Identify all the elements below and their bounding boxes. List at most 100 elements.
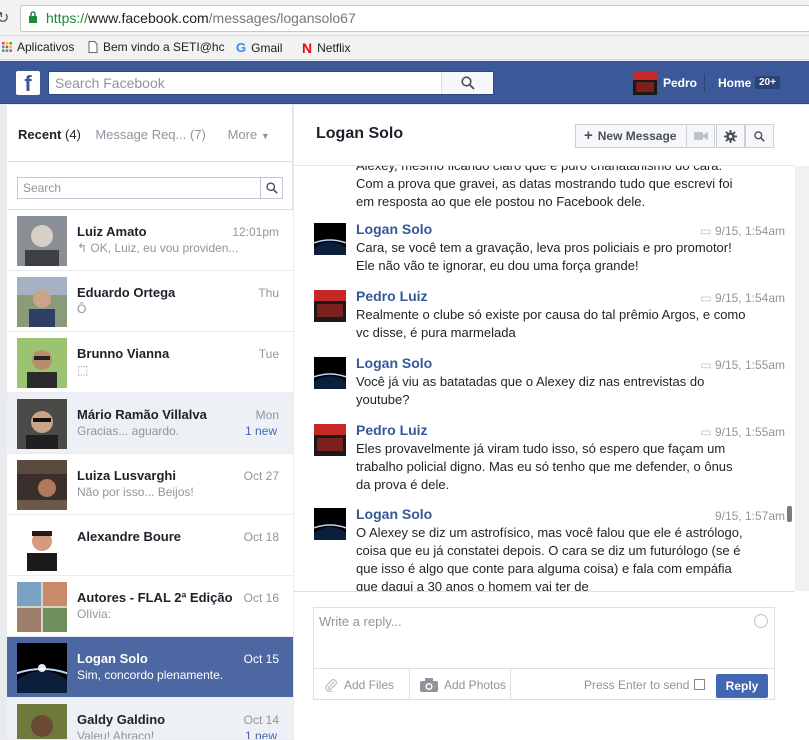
avatar[interactable]	[314, 508, 346, 540]
reply-button[interactable]: Reply	[716, 674, 768, 698]
message-time: ▭ 9/15, 1:54am	[700, 291, 785, 305]
message-status-icon: ▭	[700, 425, 715, 439]
divider	[294, 591, 795, 592]
conversation-search-button[interactable]	[260, 178, 282, 198]
conversation-name: Eduardo Ortega	[77, 285, 176, 300]
conversation-item[interactable]: Autores - FLAL 2ª Edição Olívia: Oct 16	[7, 576, 293, 637]
add-photos-label: Add Photos	[444, 678, 507, 692]
video-camera-icon	[693, 132, 708, 140]
message-sender[interactable]: Logan Solo	[356, 506, 432, 522]
add-files-button[interactable]: Add Files	[324, 678, 394, 692]
new-message-button[interactable]: + New Message	[575, 124, 687, 148]
avatar	[17, 521, 67, 571]
home-link[interactable]: Home	[718, 76, 751, 90]
video-call-button[interactable]	[686, 124, 715, 148]
conversation-time: 12:01pm	[232, 225, 279, 239]
press-enter-to-send: Press Enter to send	[584, 678, 689, 692]
tab-message-requests[interactable]: Message Req... (7)	[95, 127, 206, 142]
message-sender[interactable]: Logan Solo	[356, 355, 432, 371]
reload-icon[interactable]: ↻	[0, 8, 9, 28]
bookmark-gmail[interactable]: G Gmail	[236, 40, 282, 55]
add-files-label: Add Files	[344, 678, 395, 692]
conversation-item[interactable]: Brunno Vianna ⬚ Tue	[7, 332, 293, 393]
conversation-title[interactable]: Logan Solo	[316, 125, 403, 143]
camera-icon	[420, 678, 438, 692]
message-sender[interactable]: Logan Solo	[356, 221, 432, 237]
conversation-item[interactable]: Eduardo Ortega Ô Thu	[7, 271, 293, 332]
search-box[interactable]	[48, 71, 494, 95]
tab-more[interactable]: More ▼	[228, 127, 270, 142]
press-enter-checkbox[interactable]	[694, 679, 705, 690]
conversation-item[interactable]: Luiza Lusvarghi Não por isso... Beijos! …	[7, 454, 293, 515]
message-sender[interactable]: Pedro Luiz	[356, 288, 428, 304]
url-text[interactable]: https://www.facebook.com/messages/logans…	[46, 10, 356, 26]
thread-scrollbar-thumb[interactable]	[787, 506, 792, 522]
message-text: Você já viu as batatadas que o Alexey di…	[356, 374, 705, 407]
conversation-item[interactable]: Mário Ramão Villalva Gracias... aguardo.…	[7, 393, 293, 454]
conversation-time: Thu	[258, 286, 279, 300]
bookmark-label: Gmail	[251, 40, 283, 55]
emoji-icon[interactable]	[754, 614, 768, 628]
chevron-down-icon: ▼	[260, 131, 270, 141]
home-badge: 20+	[755, 76, 780, 89]
avatar[interactable]	[314, 223, 346, 255]
conversation-item[interactable]: Luiz Amato ↰ OK, Luiz, eu vou providen..…	[7, 210, 293, 271]
conversation-time: Oct 16	[243, 591, 279, 605]
conversation-name: Brunno Vianna	[77, 346, 170, 361]
settings-button[interactable]	[716, 124, 745, 148]
conversation-time: Oct 27	[243, 469, 279, 483]
press-enter-label: Press Enter to send	[584, 678, 690, 692]
gear-icon	[724, 129, 737, 143]
reply-input[interactable]: Write a reply...	[319, 614, 402, 629]
apps-grid-icon	[2, 42, 12, 52]
message-time: ▭ 9/15, 1:55am	[700, 358, 785, 372]
avatar	[17, 399, 67, 449]
message-sender[interactable]: Pedro Luiz	[356, 422, 428, 438]
bookmark-apps[interactable]: Aplicativos	[2, 40, 74, 54]
search-icon	[754, 130, 765, 142]
search-input[interactable]	[49, 72, 449, 94]
conversation-preview: Valeu! Abraço!	[77, 729, 155, 740]
bookmark-seti[interactable]: Bem vindo a SETI@hc	[88, 40, 225, 54]
message-text: Cara, se você tem a gravação, leva pros …	[356, 240, 732, 273]
conversation-preview: ↰ OK, Luiz, eu vou providen...	[77, 241, 239, 255]
conversation-name: Mário Ramão Villalva	[77, 407, 207, 422]
paperclip-icon	[325, 679, 337, 692]
conversation-name: Galdy Galdino	[77, 712, 166, 727]
conversation-name: Alexandre Boure	[77, 529, 182, 544]
conversation-time: Mon	[255, 408, 279, 422]
conversation-preview: Sim, concordo plenamente.	[77, 668, 224, 682]
conversation-search[interactable]	[17, 177, 283, 199]
conversation-time: Tue	[258, 347, 279, 361]
message-status-icon: ▭	[700, 358, 715, 372]
message-status-icon: ▭	[700, 291, 715, 305]
message-text: Realmente o clube só existe por causa do…	[356, 307, 746, 340]
conversation-item-selected[interactable]: Logan Solo Sim, concordo plenamente. Oct…	[7, 637, 293, 698]
facebook-logo[interactable]: f	[16, 71, 40, 95]
message-thread: Alexey, mesmo ficando claro que é puro c…	[294, 166, 795, 591]
message-time: ▭ 9/15, 1:54am	[700, 224, 785, 238]
nav-divider	[704, 74, 705, 92]
new-message-label: New Message	[597, 129, 677, 143]
conversation-item[interactable]: Alexandre Boure Oct 18	[7, 515, 293, 576]
avatar[interactable]	[314, 290, 346, 322]
search-conversation-button[interactable]	[745, 124, 774, 148]
user-name-link[interactable]: Pedro	[663, 76, 697, 90]
new-message-badge: 1 new	[244, 729, 277, 740]
bookmark-label: Aplicativos	[17, 40, 75, 54]
user-avatar[interactable]	[633, 71, 657, 95]
message-time: 9/15, 1:57am	[714, 509, 785, 523]
add-photos-button[interactable]: Add Photos	[420, 678, 506, 692]
page-scrollbar[interactable]	[795, 166, 809, 591]
search-button[interactable]	[441, 72, 493, 94]
conversation-item[interactable]: Galdy Galdino Valeu! Abraço! Oct 14 1 ne…	[7, 698, 293, 740]
google-icon: G	[236, 40, 247, 55]
composer-toolbar: Add Files Add Photos Press Enter to send…	[314, 668, 774, 700]
avatar[interactable]	[314, 357, 346, 389]
bookmark-netflix[interactable]: N Netflix	[302, 40, 350, 56]
avatar[interactable]	[314, 424, 346, 456]
avatar	[17, 704, 67, 739]
conversation-search-input[interactable]	[18, 178, 258, 198]
conversation-name: Luiz Amato	[77, 224, 147, 239]
tab-recent[interactable]: Recent (4)	[18, 127, 81, 142]
